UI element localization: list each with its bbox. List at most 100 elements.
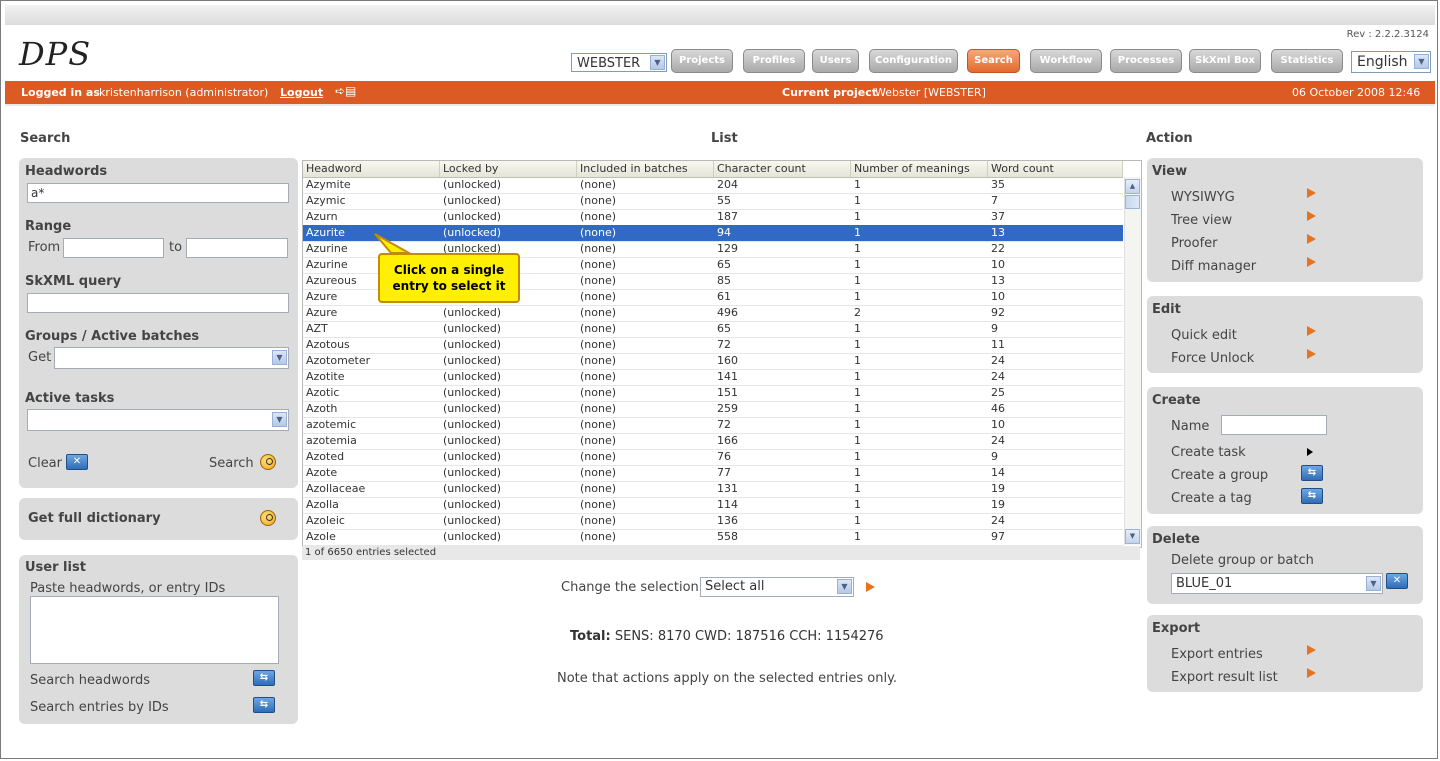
view-diff-manager[interactable]: Diff manager bbox=[1171, 259, 1256, 274]
range-from-input[interactable] bbox=[63, 238, 164, 258]
apply-arrow-icon[interactable] bbox=[866, 582, 875, 592]
range-to-input[interactable] bbox=[186, 238, 288, 258]
table-row[interactable]: Azollaceae (unlocked) (none) 131 1 19 bbox=[303, 481, 1123, 498]
search-icon[interactable] bbox=[260, 454, 276, 470]
language-select[interactable]: English ▼ bbox=[1351, 51, 1431, 73]
table-row[interactable]: Azotous (unlocked) (none) 72 1 11 bbox=[303, 337, 1123, 354]
change-selection-label: Change the selection bbox=[561, 580, 699, 595]
table-row[interactable]: Azoleic (unlocked) (none) 136 1 24 bbox=[303, 513, 1123, 530]
revision-label: Rev : 2.2.2.3124 bbox=[1346, 29, 1429, 40]
chevron-down-icon[interactable]: ▼ bbox=[1414, 54, 1429, 69]
table-row[interactable]: Azotometer (unlocked) (none) 160 1 24 bbox=[303, 353, 1123, 370]
table-cell: (unlocked) bbox=[443, 226, 502, 239]
logout-icon[interactable]: ➪▤ bbox=[335, 84, 365, 98]
create-group[interactable]: Create a group bbox=[1171, 468, 1268, 483]
user-list-textarea[interactable] bbox=[30, 596, 279, 664]
scroll-up-icon[interactable]: ▲ bbox=[1125, 179, 1140, 194]
scroll-thumb[interactable] bbox=[1125, 195, 1140, 209]
arrow-right-icon[interactable] bbox=[1307, 234, 1316, 244]
nav-skxml-box[interactable]: SkXml Box bbox=[1189, 49, 1261, 73]
create-task[interactable]: Create task bbox=[1171, 445, 1246, 460]
table-row[interactable]: Azole (unlocked) (none) 558 1 97 bbox=[303, 529, 1123, 546]
table-row[interactable]: Azure (unlocked) (none) 496 2 92 bbox=[303, 305, 1123, 322]
headwords-input[interactable]: a* bbox=[27, 183, 289, 203]
quick-edit[interactable]: Quick edit bbox=[1171, 328, 1237, 343]
action-title: Action bbox=[1146, 131, 1193, 146]
column-headword[interactable]: Headword bbox=[303, 161, 440, 177]
scroll-down-icon[interactable]: ▼ bbox=[1125, 529, 1140, 544]
table-row[interactable]: azotemia (unlocked) (none) 166 1 24 bbox=[303, 433, 1123, 450]
table-row[interactable]: Azurite (unlocked) (none) 94 1 13 bbox=[303, 225, 1123, 242]
groups-select[interactable]: ▼ bbox=[54, 347, 289, 369]
logout-link[interactable]: Logout bbox=[280, 81, 323, 104]
clear-icon[interactable]: ✕ bbox=[66, 454, 88, 470]
vertical-scrollbar[interactable]: ▲ ▼ bbox=[1124, 177, 1141, 545]
table-row[interactable]: Azotite (unlocked) (none) 141 1 24 bbox=[303, 369, 1123, 386]
table-row[interactable]: Azote (unlocked) (none) 77 1 14 bbox=[303, 465, 1123, 482]
chevron-down-icon[interactable]: ▼ bbox=[272, 412, 287, 427]
table-row[interactable]: Azymic (unlocked) (none) 55 1 7 bbox=[303, 193, 1123, 210]
chevron-down-icon[interactable]: ▼ bbox=[1366, 576, 1381, 591]
table-cell: 1 bbox=[854, 322, 861, 335]
project-select[interactable]: WEBSTER ▼ bbox=[571, 53, 667, 72]
nav-statistics[interactable]: Statistics bbox=[1271, 49, 1343, 73]
arrow-right-icon[interactable] bbox=[1307, 349, 1316, 359]
skxml-query-input[interactable] bbox=[27, 293, 289, 313]
table-cell: 77 bbox=[717, 466, 731, 479]
nav-users[interactable]: Users bbox=[812, 49, 859, 73]
table-row[interactable]: Azoth (unlocked) (none) 259 1 46 bbox=[303, 401, 1123, 418]
arrow-right-icon[interactable] bbox=[1307, 326, 1316, 336]
search-button-label[interactable]: Search bbox=[209, 456, 254, 471]
chevron-down-icon[interactable]: ▼ bbox=[837, 579, 852, 594]
export-entries[interactable]: Export entries bbox=[1171, 647, 1263, 662]
table-row[interactable]: Azymite (unlocked) (none) 204 1 35 bbox=[303, 177, 1123, 194]
change-selection-select[interactable]: Select all ▼ bbox=[700, 577, 854, 597]
create-tag[interactable]: Create a tag bbox=[1171, 491, 1252, 506]
table-row[interactable]: Azurn (unlocked) (none) 187 1 37 bbox=[303, 209, 1123, 226]
table-row[interactable]: azotemic (unlocked) (none) 72 1 10 bbox=[303, 417, 1123, 434]
table-row[interactable]: AZT (unlocked) (none) 65 1 9 bbox=[303, 321, 1123, 338]
column-word-count[interactable]: Word count bbox=[988, 161, 1123, 177]
nav-workflow[interactable]: Workflow bbox=[1030, 49, 1102, 73]
search-headwords-label[interactable]: Search headwords bbox=[30, 673, 150, 688]
arrow-right-icon[interactable] bbox=[1307, 645, 1316, 655]
table-cell: 24 bbox=[991, 514, 1005, 527]
force-unlock[interactable]: Force Unlock bbox=[1171, 351, 1254, 366]
search-ids-icon[interactable]: ⇆ bbox=[253, 697, 275, 713]
search-headwords-icon[interactable]: ⇆ bbox=[253, 670, 275, 686]
search-icon[interactable] bbox=[260, 510, 276, 526]
arrow-right-icon[interactable] bbox=[1307, 188, 1316, 198]
column-char-count[interactable]: Character count bbox=[714, 161, 851, 177]
column-meanings[interactable]: Number of meanings bbox=[851, 161, 988, 177]
delete-icon[interactable]: ✕ bbox=[1386, 573, 1408, 589]
table-row[interactable]: Azotic (unlocked) (none) 151 1 25 bbox=[303, 385, 1123, 402]
nav-profiles[interactable]: Profiles bbox=[743, 49, 805, 73]
name-input[interactable] bbox=[1221, 415, 1327, 435]
column-locked-by[interactable]: Locked by bbox=[440, 161, 577, 177]
arrow-right-icon[interactable] bbox=[1307, 211, 1316, 221]
nav-processes[interactable]: Processes bbox=[1110, 49, 1182, 73]
nav-search[interactable]: Search bbox=[967, 49, 1020, 73]
active-tasks-select[interactable]: ▼ bbox=[27, 409, 289, 431]
delete-group-select[interactable]: BLUE_01 ▼ bbox=[1171, 573, 1383, 594]
column-batches[interactable]: Included in batches bbox=[577, 161, 714, 177]
clear-label[interactable]: Clear bbox=[28, 456, 62, 471]
create-group-icon[interactable]: ⇆ bbox=[1301, 465, 1323, 481]
create-tag-icon[interactable]: ⇆ bbox=[1301, 488, 1323, 504]
view-tree[interactable]: Tree view bbox=[1171, 213, 1232, 228]
table-row[interactable]: Azolla (unlocked) (none) 114 1 19 bbox=[303, 497, 1123, 514]
view-wysiwyg[interactable]: WYSIWYG bbox=[1171, 190, 1235, 205]
chevron-down-icon[interactable]: ▼ bbox=[650, 55, 665, 70]
nav-configuration[interactable]: Configuration bbox=[869, 49, 958, 73]
arrow-right-icon[interactable] bbox=[1307, 668, 1316, 678]
full-dictionary-label[interactable]: Get full dictionary bbox=[28, 511, 161, 526]
export-result-list[interactable]: Export result list bbox=[1171, 670, 1278, 685]
arrow-right-icon[interactable] bbox=[1307, 257, 1316, 267]
table-cell: Azotous bbox=[306, 338, 350, 351]
table-row[interactable]: Azoted (unlocked) (none) 76 1 9 bbox=[303, 449, 1123, 466]
nav-projects[interactable]: Projects bbox=[671, 49, 733, 73]
search-ids-label[interactable]: Search entries by IDs bbox=[30, 700, 169, 715]
view-proofer[interactable]: Proofer bbox=[1171, 236, 1218, 251]
play-icon[interactable] bbox=[1307, 448, 1313, 456]
chevron-down-icon[interactable]: ▼ bbox=[272, 350, 287, 365]
